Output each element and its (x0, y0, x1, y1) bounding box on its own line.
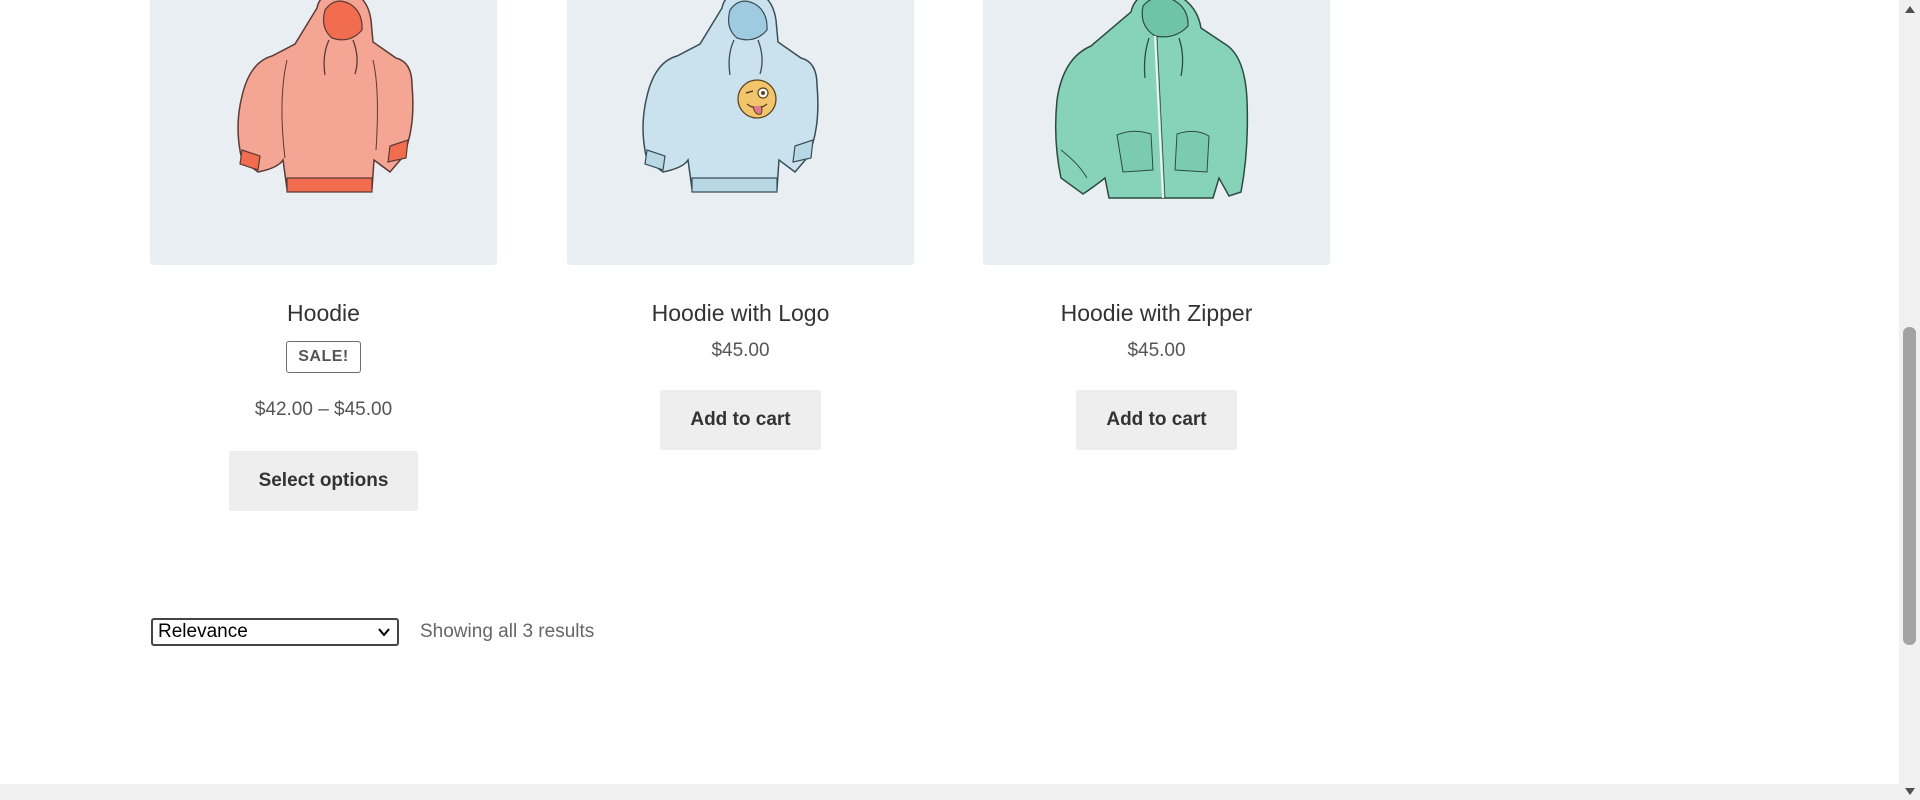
product-image-hoodie-with-zipper[interactable] (983, 0, 1330, 265)
add-to-cart-button[interactable]: Add to cart (660, 390, 821, 450)
shop-toolbar: Relevance Showing all 3 results (151, 618, 594, 646)
product-title[interactable]: Hoodie with Zipper (983, 299, 1330, 327)
blue-hoodie-illustration (642, 0, 819, 193)
product-image-hoodie-with-logo[interactable] (567, 0, 914, 265)
product-card-hoodie-with-zipper: Hoodie with Zipper $45.00 Add to cart (983, 0, 1330, 450)
footer-band (0, 784, 1899, 800)
scroll-up-arrow-icon[interactable] (1899, 0, 1920, 17)
product-price: $42.00 – $45.00 (254, 399, 393, 420)
orange-hoodie-illustration (237, 0, 414, 193)
green-hoodie-illustration (1054, 0, 1249, 199)
product-card-hoodie-with-logo: Hoodie with Logo $45.00 Add to cart (567, 0, 914, 450)
product-image-hoodie[interactable] (150, 0, 497, 265)
vertical-scrollbar[interactable] (1899, 0, 1920, 800)
product-price: $45.00 (1127, 340, 1186, 361)
product-card-hoodie: Hoodie SALE! $42.00 – $45.00 Select opti… (150, 0, 497, 511)
scroll-down-arrow-icon[interactable] (1899, 783, 1920, 800)
scrollbar-thumb[interactable] (1903, 327, 1916, 645)
product-title[interactable]: Hoodie (150, 299, 497, 327)
product-price: $45.00 (711, 340, 770, 361)
sale-badge: SALE! (286, 341, 361, 373)
result-count: Showing all 3 results (420, 621, 595, 642)
orderby-selected-value: Relevance (158, 621, 248, 642)
orderby-select[interactable]: Relevance (151, 618, 399, 646)
shop-viewport: Hoodie SALE! $42.00 – $45.00 Select opti… (0, 0, 1899, 800)
select-options-button[interactable]: Select options (228, 451, 419, 511)
add-to-cart-button[interactable]: Add to cart (1076, 390, 1237, 450)
product-title[interactable]: Hoodie with Logo (567, 299, 914, 327)
chevron-down-icon (378, 628, 390, 637)
